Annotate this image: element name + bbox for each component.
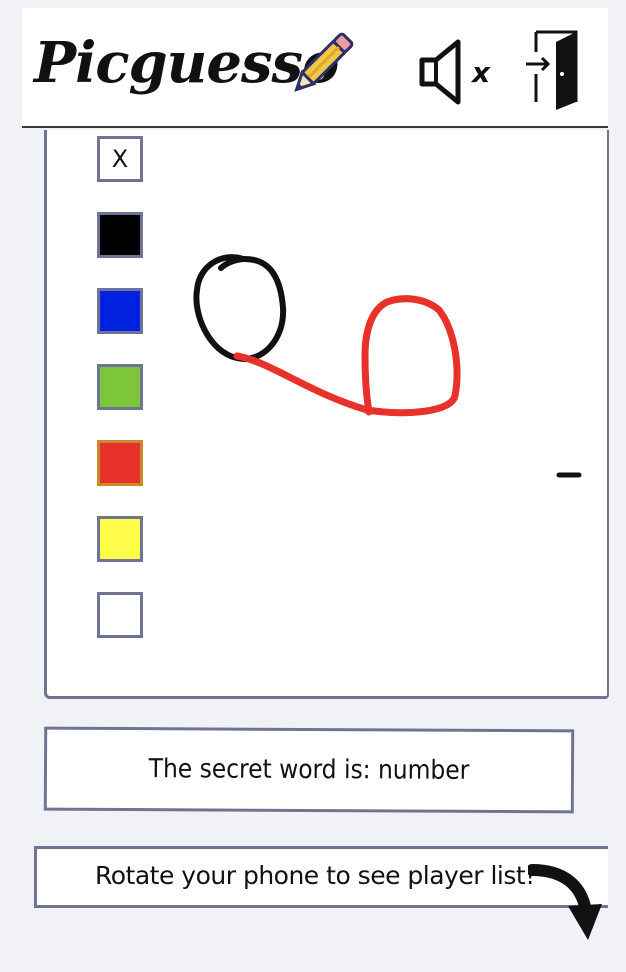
stroke-red-loop xyxy=(233,295,461,417)
rotate-hint-box: Rotate your phone to see player list! xyxy=(34,846,608,908)
mute-mark: x xyxy=(470,56,491,89)
exit-door-icon xyxy=(526,30,578,110)
speaker-muted-icon: x xyxy=(419,39,491,105)
mute-button[interactable]: x xyxy=(416,32,496,112)
drawing-canvas[interactable]: X xyxy=(44,130,609,699)
rotate-arrow-icon xyxy=(528,864,602,940)
pencil-icon xyxy=(294,32,354,92)
rotate-hint-text: Rotate your phone to see player list! xyxy=(95,861,535,890)
stroke-black-circle xyxy=(193,254,287,362)
drawing-strokes xyxy=(193,254,582,478)
secret-word-text: The secret word is: number xyxy=(148,754,470,786)
secret-word-box: The secret word is: number xyxy=(43,726,575,814)
header: Picguesso x xyxy=(22,8,608,128)
app-page: Picguesso x X The secret word is: number… xyxy=(22,0,609,972)
exit-button[interactable] xyxy=(522,28,592,112)
